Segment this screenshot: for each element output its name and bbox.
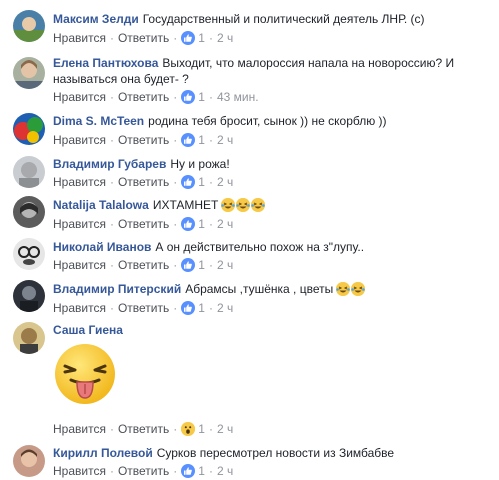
like-reaction-icon[interactable]	[181, 301, 196, 315]
like-button[interactable]: Нравится	[53, 90, 106, 104]
reaction-count[interactable]: 1	[198, 90, 205, 104]
comment-author[interactable]: Natalija Talalowa	[53, 198, 149, 212]
reply-button[interactable]: Ответить	[118, 258, 169, 272]
avatar[interactable]	[13, 113, 45, 145]
like-button[interactable]: Нравится	[53, 422, 106, 436]
comment-actions: Нравится · Ответить · 1 · 2 ч	[53, 217, 234, 231]
reaction-count[interactable]: 1	[198, 301, 205, 315]
comment-timestamp[interactable]: 2 ч	[217, 133, 233, 147]
like-reaction-icon[interactable]	[181, 258, 196, 272]
avatar[interactable]	[13, 238, 45, 270]
avatar[interactable]	[13, 322, 45, 354]
comment-timestamp[interactable]: 43 мин.	[217, 90, 259, 104]
laughing-crying-emoji	[236, 198, 251, 212]
like-button[interactable]: Нравится	[53, 301, 106, 315]
comment-timestamp[interactable]: 2 ч	[217, 217, 233, 231]
avatar[interactable]	[13, 10, 45, 42]
comment-timestamp[interactable]: 2 ч	[217, 31, 233, 45]
comment-author[interactable]: Кирилл Полевой	[53, 446, 153, 460]
like-reaction-icon[interactable]	[181, 90, 196, 104]
comment-actions: Нравится · Ответить · 1 · 2 ч	[53, 464, 234, 478]
comment-text: родина тебя бросит, сынок )) не скорблю …	[148, 114, 387, 128]
comment-author[interactable]: Елена Пантюхова	[53, 56, 158, 70]
comment-text: А он действительно похож на з"лупу..	[155, 240, 365, 254]
laughing-crying-emoji	[351, 282, 366, 296]
comment-actions: Нравится · Ответить · 1 · 2 ч	[53, 258, 234, 272]
like-button[interactable]: Нравится	[53, 175, 106, 189]
comment-actions: Нравится · Ответить · 1 · 2 ч	[53, 175, 234, 189]
laughing-crying-emoji	[221, 198, 236, 212]
laughing-crying-emoji	[251, 198, 266, 212]
comment-text: Сурков пересмотрел новости из Зимбабве	[156, 446, 395, 460]
comment-text: Ну и рожа!	[170, 157, 230, 171]
reply-button[interactable]: Ответить	[118, 133, 169, 147]
comment-timestamp[interactable]: 2 ч	[217, 175, 233, 189]
comment-timestamp[interactable]: 2 ч	[217, 464, 233, 478]
like-reaction-icon[interactable]	[181, 464, 196, 478]
reply-button[interactable]: Ответить	[118, 175, 169, 189]
reaction-count[interactable]: 1	[198, 133, 205, 147]
reply-button[interactable]: Ответить	[118, 31, 169, 45]
like-button[interactable]: Нравится	[53, 464, 106, 478]
like-reaction-icon[interactable]	[181, 133, 196, 147]
reaction-count[interactable]: 1	[198, 258, 205, 272]
tongue-out-face-sticker	[53, 342, 117, 406]
reaction-count[interactable]: 1	[198, 464, 205, 478]
comment-author[interactable]: Владимир Губарев	[53, 157, 166, 171]
wow-reaction-icon[interactable]	[181, 422, 196, 436]
comment-author[interactable]: Владимир Питерский	[53, 282, 181, 296]
like-reaction-icon[interactable]	[181, 217, 196, 231]
avatar[interactable]	[13, 280, 45, 312]
reply-button[interactable]: Ответить	[118, 301, 169, 315]
like-button[interactable]: Нравится	[53, 258, 106, 272]
like-button[interactable]: Нравится	[53, 133, 106, 147]
avatar[interactable]	[13, 57, 45, 89]
comment-author[interactable]: Dima S. McTeen	[53, 114, 144, 128]
laughing-crying-emoji	[336, 282, 351, 296]
avatar[interactable]	[13, 156, 45, 188]
like-button[interactable]: Нравится	[53, 217, 106, 231]
comment-text: Государственный и политический деятель Л…	[142, 12, 425, 26]
reply-button[interactable]: Ответить	[118, 217, 169, 231]
comment-text: Абрамсы ,тушёнка , цветы	[185, 282, 334, 296]
comment-timestamp[interactable]: 2 ч	[217, 258, 233, 272]
like-reaction-icon[interactable]	[181, 175, 196, 189]
comment-actions: Нравится · Ответить · 1 · 2 ч	[53, 422, 234, 436]
avatar[interactable]	[13, 196, 45, 228]
reaction-count[interactable]: 1	[198, 31, 205, 45]
reaction-count[interactable]: 1	[198, 422, 205, 436]
comment-actions: Нравится · Ответить · 1 · 43 мин.	[53, 90, 259, 104]
comment-timestamp[interactable]: 2 ч	[217, 422, 233, 436]
comment-actions: Нравится · Ответить · 1 · 2 ч	[53, 31, 234, 45]
reply-button[interactable]: Ответить	[118, 464, 169, 478]
like-reaction-icon[interactable]	[181, 31, 196, 45]
comment-author[interactable]: Николай Иванов	[53, 240, 151, 254]
comment-actions: Нравится · Ответить · 1 · 2 ч	[53, 133, 234, 147]
reaction-count[interactable]: 1	[198, 175, 205, 189]
reply-button[interactable]: Ответить	[118, 90, 169, 104]
comment-text: ИХТАМНЕТ	[152, 198, 219, 212]
reply-button[interactable]: Ответить	[118, 422, 169, 436]
avatar[interactable]	[13, 445, 45, 477]
comment-timestamp[interactable]: 2 ч	[217, 301, 233, 315]
like-button[interactable]: Нравится	[53, 31, 106, 45]
comment-author[interactable]: Максим Зелди	[53, 12, 139, 26]
comment-author[interactable]: Саша Гиена	[53, 323, 123, 337]
reaction-count[interactable]: 1	[198, 217, 205, 231]
comment-actions: Нравится · Ответить · 1 · 2 ч	[53, 301, 234, 315]
